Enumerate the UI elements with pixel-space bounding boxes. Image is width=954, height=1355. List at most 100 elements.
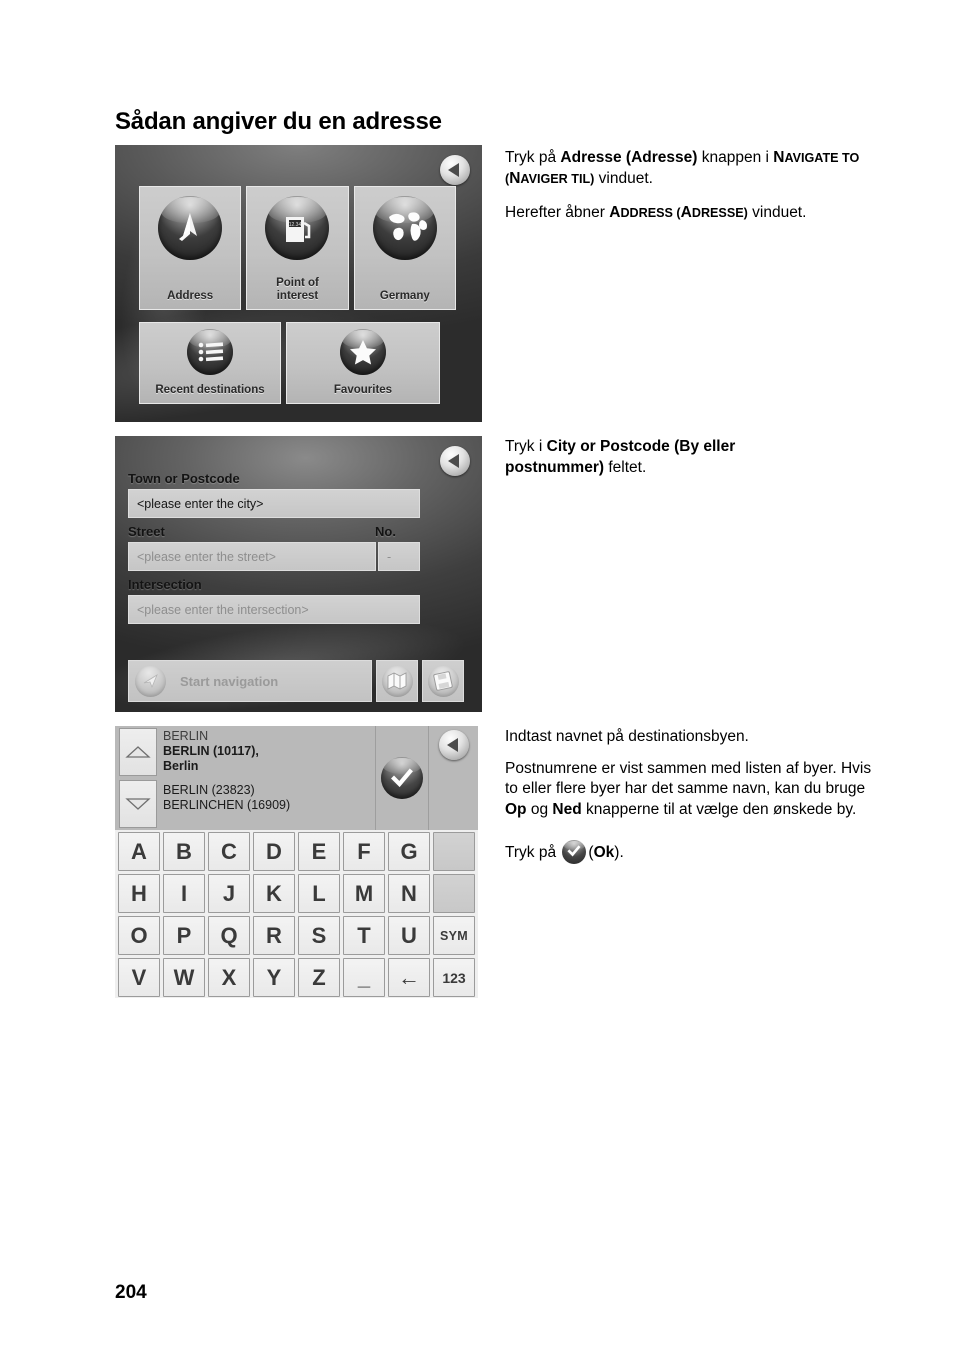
keyboard-row-4: V W X Y Z _ ← 123 [118,958,475,997]
save-destination-button[interactable] [422,660,464,702]
tile-country-label: Germany [379,289,430,302]
key-q[interactable]: Q [208,916,250,955]
key-l[interactable]: L [298,874,340,913]
tile-recent-label: Recent destinations [155,383,265,396]
key-h[interactable]: H [118,874,160,913]
list-item-2[interactable]: BERLIN (23823) [163,783,371,798]
key-k[interactable]: K [253,874,295,913]
house-number-label: No. [375,524,396,539]
key-blank-2 [433,874,475,913]
tile-point-of-interest[interactable]: 12.34 Point of interest [246,186,349,310]
menu-row-primary: Address 12.34 Point of interest Germany [139,186,456,310]
step3-paragraph-3: Tryk på (Ok). [505,840,885,864]
city-result-list[interactable]: BERLIN BERLIN (10117), Berlin BERLIN (23… [159,726,375,830]
key-j[interactable]: J [208,874,250,913]
s1-p2-b-small: DDRESS ( [620,206,681,220]
scroll-up-button[interactable] [119,728,157,776]
s3-p3-a: Tryk på [505,844,561,861]
street-input[interactable]: <please enter the street> [128,542,376,571]
key-backspace[interactable]: ← [388,958,430,997]
tile-address[interactable]: Address [139,186,242,310]
s2-p1-c: feltet. [604,458,647,476]
back-arrow-icon [448,454,459,468]
ok-checkmark-icon-inline [562,840,587,864]
key-f[interactable]: F [343,832,385,871]
list-item-3[interactable]: BERLINCHEN (16909) [163,798,371,813]
key-g[interactable]: G [388,832,430,871]
key-r[interactable]: R [253,916,295,955]
key-d[interactable]: D [253,832,295,871]
s1-p1-d-big: N [773,149,785,166]
list-item-selected-line2[interactable]: Berlin [163,759,371,774]
svg-text:12.34: 12.34 [289,222,302,228]
key-x[interactable]: X [208,958,250,997]
key-symbols[interactable]: SYM [433,916,475,955]
back-button[interactable] [438,730,469,760]
back-arrow-icon [446,738,458,752]
ok-button[interactable] [381,757,423,799]
back-button[interactable] [440,446,470,476]
show-on-map-button[interactable] [376,660,418,702]
key-v[interactable]: V [118,958,160,997]
key-a[interactable]: A [118,832,160,871]
step1-paragraph-2: Herefter åbner ADDRESS (ADRESSE) vinduet… [505,203,895,224]
step2-paragraph-1: Tryk i City or Postcode (By eller postnu… [505,437,805,478]
s3-p2-e: knapperne til at vælge den ønskede by. [581,800,857,818]
key-o[interactable]: O [118,916,160,955]
up-arrow-icon [125,746,151,758]
keyboard-row-1: A B C D E F G [118,832,475,871]
tile-favourites[interactable]: Favourites [286,322,440,404]
list-scroll-buttons [115,726,159,830]
menu-row-secondary: Recent destinations Favourites [139,322,456,404]
s1-p1-e-big: N [509,169,521,187]
house-number-input[interactable]: - [378,542,420,571]
s2-p1-a: Tryk i [505,438,547,455]
tile-recent-destinations[interactable]: Recent destinations [139,322,281,404]
page-number: 204 [115,1282,147,1303]
back-button[interactable] [440,155,470,185]
s3-p2-b: Op [505,800,527,818]
key-p[interactable]: P [163,916,205,955]
step3-paragraph-1: Indtast navnet på destinationsbyen. [505,728,749,745]
step1-paragraph-1: Tryk på Adresse (Adresse) knappen i NAVI… [505,148,895,189]
key-b[interactable]: B [163,832,205,871]
key-space[interactable]: _ [343,958,385,997]
key-e[interactable]: E [298,832,340,871]
s1-p2-c-small: DRESSE) [691,206,748,220]
s3-p2-c: og [526,800,553,818]
fuel-pump-icon: 12.34 [265,196,330,260]
back-button-column [428,726,478,830]
address-window-screenshot: Town or Postcode <please enter the city>… [115,436,482,712]
key-i[interactable]: I [163,874,205,913]
scroll-down-button[interactable] [119,780,157,828]
star-icon [340,329,386,375]
ok-button-column [375,726,428,830]
key-s[interactable]: S [298,916,340,955]
tile-poi-line1: Point of [276,277,319,289]
key-m[interactable]: M [343,874,385,913]
town-or-postcode-input[interactable]: <please enter the city> [128,489,420,518]
s3-p2-a: Postnumrene er vist sammen med listen af… [505,759,872,798]
s1-p2-c-big: A [680,204,692,221]
key-n[interactable]: N [388,874,430,913]
start-navigation-label: Start navigation [180,673,279,689]
key-y[interactable]: Y [253,958,295,997]
list-item-selected-line1[interactable]: BERLIN (10117), [163,744,371,759]
key-numbers[interactable]: 123 [433,958,475,997]
onscreen-keyboard: A B C D E F G H I J K L M N O P Q R S T … [115,830,478,998]
key-u[interactable]: U [388,916,430,955]
start-navigation-button[interactable]: Start navigation [128,660,372,702]
key-z[interactable]: Z [298,958,340,997]
key-t[interactable]: T [343,916,385,955]
intersection-input[interactable]: <please enter the intersection> [128,595,420,624]
s1-p1-e-small: AVIGER TIL) [520,171,595,186]
list-icon [187,329,233,375]
s1-p1-f: vinduet. [594,169,653,187]
tile-country[interactable]: Germany [353,186,456,310]
key-c[interactable]: C [208,832,250,871]
s3-p3-d: ). [614,844,624,861]
menu-tile-grid: Address 12.34 Point of interest Germany … [139,186,456,404]
keyboard-row-2: H I J K L M N [118,874,475,913]
key-w[interactable]: W [163,958,205,997]
